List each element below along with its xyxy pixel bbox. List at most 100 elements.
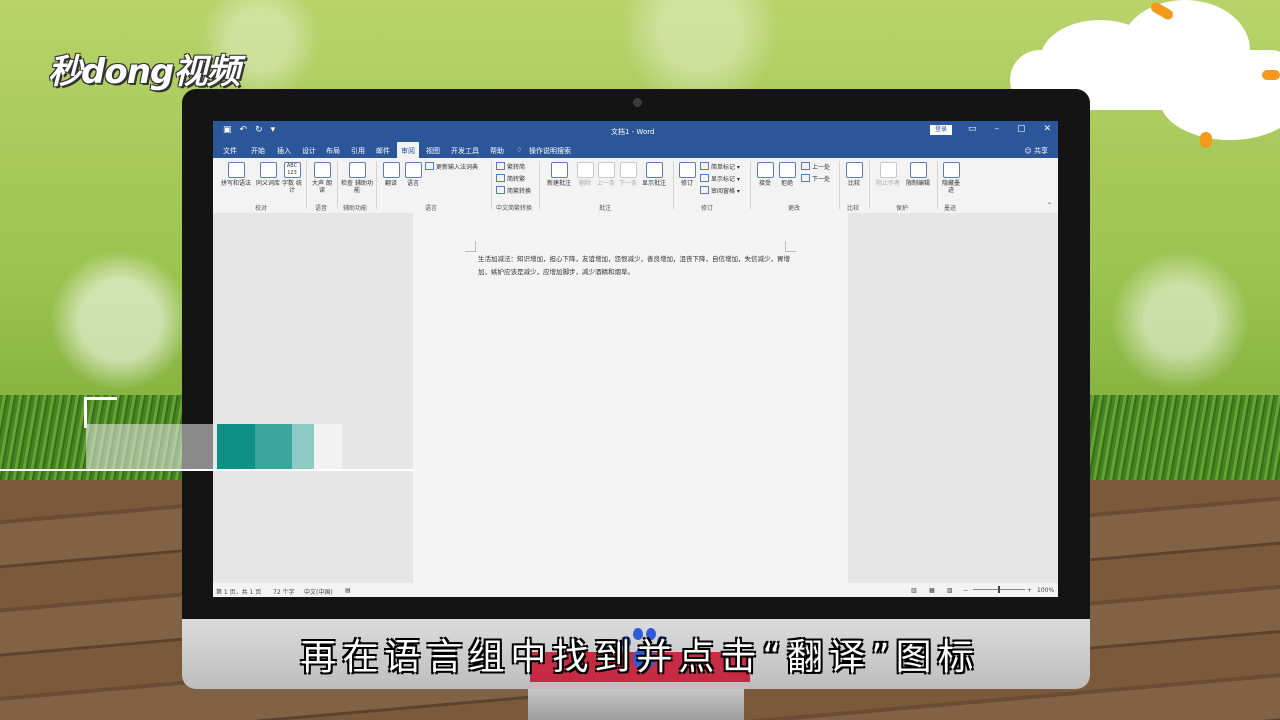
to-simplified-label: 繁转简 [507, 164, 526, 171]
reviewing-pane-icon [700, 186, 709, 194]
tab-view[interactable]: 视图 [426, 146, 440, 156]
maximize-icon[interactable]: ▢ [1017, 124, 1026, 134]
lock-document-icon [909, 162, 927, 178]
minimize-icon[interactable]: – [995, 124, 1000, 134]
accept-button[interactable]: 接受 [755, 162, 775, 187]
accessibility-icon [348, 162, 366, 178]
check-accessibility-button[interactable]: 检查 辅助功能 [341, 162, 373, 194]
previous-comment-button[interactable]: 上一条 [595, 162, 617, 187]
show-markup-dropdown[interactable]: 显示标记 ▾ [700, 174, 740, 183]
tab-home[interactable]: 开始 [251, 146, 265, 156]
to-traditional-button[interactable]: 简转繁 [496, 174, 525, 183]
group-separator [937, 161, 938, 209]
color-block [255, 424, 292, 470]
ribbon-tabs: 文件 开始 插入 设计 布局 引用 邮件 审阅 视图 开发工具 帮助 ♢ 操作说… [213, 141, 1058, 158]
new-comment-label: 新建批注 [546, 180, 571, 187]
spelling-grammar-button[interactable]: 拼写和语法 [218, 162, 254, 187]
group-label-comments: 批注 [599, 205, 612, 212]
track-changes-label: 修订 [680, 180, 693, 187]
next-comment-label: 下一条 [618, 180, 637, 187]
share-button[interactable]: ☺ 共享 [1024, 146, 1048, 156]
tab-file[interactable]: 文件 [223, 146, 237, 156]
translate-button[interactable]: 翻译 [380, 162, 402, 187]
webcam [633, 98, 642, 107]
ribbon-display-icon[interactable]: ▭ [968, 124, 977, 134]
save-icon[interactable]: ▣ [223, 125, 232, 135]
print-layout-icon[interactable]: ▦ [929, 587, 935, 594]
sun-ray [1200, 132, 1212, 148]
block-authors-icon [879, 162, 897, 178]
tab-developer[interactable]: 开发工具 [451, 146, 479, 156]
read-aloud-button[interactable]: 大声 朗读 [311, 162, 333, 194]
language-status[interactable]: 中文(中国) [304, 587, 333, 596]
word-count-button[interactable]: ABC 123 字数 统计 [282, 162, 302, 194]
redo-icon[interactable]: ↻ [255, 125, 263, 135]
tab-references[interactable]: 引用 [351, 146, 365, 156]
undo-icon[interactable]: ↶ [240, 125, 248, 135]
previous-comment-icon [597, 162, 615, 178]
decorative-color-blocks [86, 424, 343, 470]
markup-icon [700, 162, 709, 170]
tell-me-search[interactable]: 操作说明搜索 [529, 146, 571, 156]
previous-change-icon [801, 162, 810, 170]
previous-change-button[interactable]: 上一处 [801, 162, 830, 171]
group-separator [306, 161, 307, 209]
group-label-compare: 比较 [847, 205, 860, 212]
document-canvas: 生活加减法：知识增加，担心下降，友谊增加，怨恨减少，善良增加，沮丧下降，自信增加… [213, 213, 1058, 583]
document-body-text[interactable]: 生活加减法：知识增加，担心下降，友谊增加，怨恨减少，善良增加，沮丧下降，自信增加… [478, 253, 793, 279]
tab-design[interactable]: 设计 [302, 146, 316, 156]
group-separator [750, 161, 751, 209]
language-button[interactable]: 语言 [402, 162, 424, 187]
signin-button[interactable]: 登录 [930, 125, 952, 135]
title-bar: ▣ ↶ ↻ ▾ 文档1 - Word 登录 ▭ – ▢ ✕ [213, 121, 1058, 141]
zoom-slider-thumb[interactable] [998, 586, 1000, 593]
tab-layout[interactable]: 布局 [326, 146, 340, 156]
reject-button[interactable]: 拒绝 [777, 162, 797, 187]
tab-insert[interactable]: 插入 [277, 146, 291, 156]
block-authors-label: 阻止作者 [875, 180, 900, 187]
to-simplified-button[interactable]: 繁转简 [496, 162, 525, 171]
close-icon[interactable]: ✕ [1044, 124, 1052, 134]
color-block [292, 424, 314, 470]
group-separator [869, 161, 870, 209]
accept-label: 接受 [758, 180, 771, 187]
monitor-stand [528, 689, 744, 720]
new-comment-button[interactable]: 新建批注 [543, 162, 575, 187]
group-label-protect: 保护 [896, 205, 909, 212]
group-separator [376, 161, 377, 209]
restrict-editing-button[interactable]: 限制编辑 [903, 162, 933, 187]
collapse-ribbon-icon[interactable]: ⌃ [1047, 202, 1052, 209]
thesaurus-button[interactable]: 同义词库 [254, 162, 282, 187]
hide-ink-button[interactable]: 隐藏墨迹 [940, 162, 962, 194]
read-mode-icon[interactable]: ▥ [911, 587, 917, 594]
next-comment-icon [619, 162, 637, 178]
document-page[interactable]: 生活加减法：知识增加，担心下降，友谊增加，怨恨减少，善良增加，沮丧下降，自信增加… [413, 213, 848, 583]
abc-123-icon: ABC 123 [283, 162, 301, 178]
web-layout-icon[interactable]: ▧ [947, 587, 953, 594]
group-separator [337, 161, 338, 209]
tab-help[interactable]: 帮助 [490, 146, 504, 156]
word-count-status[interactable]: 72 个字 [273, 587, 295, 596]
customize-qat-icon[interactable]: ▾ [271, 125, 276, 135]
accessibility-status-icon[interactable]: ▤ [345, 587, 351, 594]
zoom-level[interactable]: 100% [1037, 587, 1054, 594]
convert-button[interactable]: 简繁转换 [496, 186, 531, 195]
spelling-label: 拼写和语法 [220, 180, 251, 187]
delete-comment-button[interactable]: 删除 [575, 162, 595, 187]
block-authors-button[interactable]: 阻止作者 [873, 162, 903, 187]
zoom-in-icon[interactable]: + [1027, 587, 1032, 594]
track-changes-button[interactable]: 修订 [677, 162, 697, 187]
next-change-button[interactable]: 下一处 [801, 174, 830, 183]
next-comment-button[interactable]: 下一条 [617, 162, 639, 187]
tab-mailings[interactable]: 邮件 [376, 146, 390, 156]
zoom-out-icon[interactable]: − [963, 587, 968, 594]
group-label-ink: 墨迹 [944, 205, 957, 212]
update-ime-dictionary-button[interactable]: 更新输入法词典 [425, 162, 478, 171]
margin-mark [785, 241, 796, 252]
tab-review[interactable]: 审阅 [397, 142, 419, 158]
reviewing-pane-dropdown[interactable]: 审阅窗格 ▾ [700, 186, 740, 195]
simple-markup-dropdown[interactable]: 简单标记 ▾ [700, 162, 740, 171]
compare-button[interactable]: 比较 [843, 162, 865, 187]
page-count[interactable]: 第 1 页，共 1 页 [216, 587, 261, 596]
show-comments-button[interactable]: 显示批注 [639, 162, 669, 187]
